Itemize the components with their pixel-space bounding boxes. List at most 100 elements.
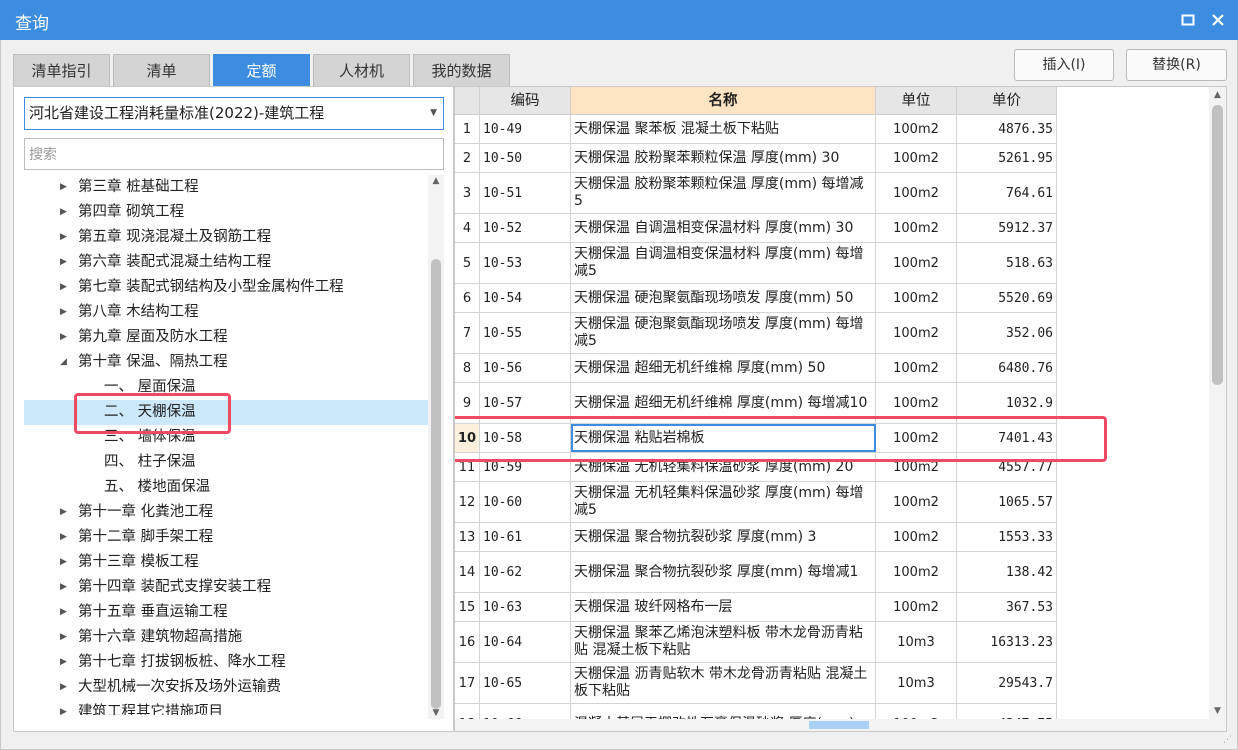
row-price[interactable]: 29543.7 [957,663,1057,703]
row-unit[interactable]: 100m2 [876,115,957,143]
row-code[interactable]: 10-51 [480,173,571,213]
expand-arrow-icon[interactable]: ▶ [60,500,67,525]
row-unit[interactable]: 100m2 [876,144,957,172]
expand-arrow-icon[interactable]: ▶ [60,300,67,325]
row-unit[interactable]: 100m2 [876,354,957,382]
row-name[interactable]: 天棚保温 硬泡聚氨酯现场喷发 厚度(mm) 每增减5 [571,313,876,353]
row-price[interactable]: 518.63 [957,243,1057,283]
row-price[interactable]: 352.06 [957,313,1057,353]
table-row[interactable]: 8 10-56 天棚保温 超细无机纤维棉 厚度(mm) 50 100m2 648… [455,354,1057,383]
tab-materials[interactable]: 人材机 [313,54,410,86]
row-price[interactable]: 5912.37 [957,214,1057,242]
tree-item-ch7[interactable]: ▶ 第七章 装配式钢结构及小型金属构件工程 [24,275,428,300]
tree-scrollbar-thumb[interactable] [431,259,441,709]
row-unit[interactable]: 100m2 [876,173,957,213]
grid-horizontal-scrollbar[interactable] [455,719,1209,731]
tab-quota[interactable]: 定额 [213,54,310,86]
tree-item-ch4[interactable]: ▶ 第四章 砌筑工程 [24,200,428,225]
row-code[interactable]: 10-63 [480,593,571,621]
row-code[interactable]: 10-54 [480,284,571,312]
expand-arrow-icon[interactable]: ▶ [60,650,67,675]
tree-item-ch15[interactable]: ▶ 第十五章 垂直运输工程 [24,600,428,625]
row-name[interactable]: 天棚保温 胶粉聚苯颗粒保温 厚度(mm) 30 [571,144,876,172]
table-row[interactable]: 4 10-52 天棚保温 自调温相变保温材料 厚度(mm) 30 100m2 5… [455,214,1057,243]
table-row[interactable]: 7 10-55 天棚保温 硬泡聚氨酯现场喷发 厚度(mm) 每增减5 100m2… [455,313,1057,354]
tab-bill[interactable]: 清单 [113,54,210,86]
row-price[interactable]: 5261.95 [957,144,1057,172]
row-code[interactable]: 10-52 [480,214,571,242]
scroll-up-icon[interactable]: ▲ [428,175,444,187]
tree-item-floor-insulation[interactable]: 五、 楼地面保温 [24,475,428,500]
grid-scrollbar-thumb[interactable] [1212,105,1223,385]
row-name[interactable]: 天棚保温 硬泡聚氨酯现场喷发 厚度(mm) 50 [571,284,876,312]
table-row[interactable]: 5 10-53 天棚保温 自调温相变保温材料 厚度(mm) 每增减5 100m2… [455,243,1057,284]
tree-item-ch5[interactable]: ▶ 第五章 现浇混凝土及钢筋工程 [24,225,428,250]
splitter-handle[interactable] [809,721,869,729]
row-code[interactable]: 10-53 [480,243,571,283]
search-input[interactable] [24,138,444,170]
table-row[interactable]: 1 10-49 天棚保温 聚苯板 混凝土板下粘贴 100m2 4876.35 [455,115,1057,144]
tree-item-ch14[interactable]: ▶ 第十四章 装配式支撑安装工程 [24,575,428,600]
row-unit[interactable]: 10m3 [876,663,957,703]
row-price[interactable]: 367.53 [957,593,1057,621]
row-name[interactable]: 天棚保温 聚合物抗裂砂浆 厚度(mm) 每增减1 [571,552,876,592]
table-row[interactable]: 15 10-63 天棚保温 玻纤网格布一层 100m2 367.53 [455,593,1057,622]
expand-arrow-icon[interactable]: ▶ [60,675,67,700]
tree-item-ch8[interactable]: ▶ 第八章 木结构工程 [24,300,428,325]
expand-arrow-icon[interactable]: ▶ [60,550,67,575]
row-unit[interactable]: 100m2 [876,313,957,353]
row-price[interactable]: 764.61 [957,173,1057,213]
grid-header-unit[interactable]: 单位 [876,87,957,115]
table-row[interactable]: 16 10-64 天棚保温 聚苯乙烯泡沫塑料板 带木龙骨沥青粘贴 混凝土板下粘贴… [455,622,1057,663]
row-name[interactable]: 天棚保温 沥青贴软木 带木龙骨沥青粘贴 混凝土板下粘贴 [571,663,876,703]
row-code[interactable]: 10-56 [480,354,571,382]
row-name[interactable]: 天棚保温 胶粉聚苯颗粒保温 厚度(mm) 每增减5 [571,173,876,213]
row-name[interactable]: 天棚保温 无机轻集料保温砂浆 厚度(mm) 每增减5 [571,482,876,522]
expand-arrow-icon[interactable]: ▶ [60,250,67,275]
replace-button[interactable]: 替换(R) [1126,49,1227,81]
row-name[interactable]: 天棚保温 聚苯板 混凝土板下粘贴 [571,115,876,143]
row-unit[interactable]: 100m2 [876,214,957,242]
row-unit[interactable]: 100m2 [876,284,957,312]
scroll-down-icon[interactable]: ▼ [1209,705,1226,717]
grid-header-name[interactable]: 名称 [571,87,876,115]
row-unit[interactable]: 100m2 [876,593,957,621]
row-name[interactable]: 天棚保温 超细无机纤维棉 厚度(mm) 50 [571,354,876,382]
tab-list-guide[interactable]: 清单指引 [13,54,110,86]
row-price[interactable]: 16313.23 [957,622,1057,662]
row-name[interactable]: 天棚保温 玻纤网格布一层 [571,593,876,621]
row-price[interactable]: 4876.35 [957,115,1057,143]
table-row[interactable]: 13 10-61 天棚保温 聚合物抗裂砂浆 厚度(mm) 3 100m2 155… [455,523,1057,552]
row-code[interactable]: 10-50 [480,144,571,172]
tree-item-ch17[interactable]: ▶ 第十七章 打拔钢板桩、降水工程 [24,650,428,675]
expand-arrow-icon[interactable]: ▶ [60,700,67,715]
tree-item-ch16[interactable]: ▶ 第十六章 建筑物超高措施 [24,625,428,650]
tree-item-ch9[interactable]: ▶ 第九章 屋面及防水工程 [24,325,428,350]
maximize-icon[interactable] [1178,10,1198,30]
resize-grip-icon[interactable]: ⋰ [1223,735,1233,745]
tree-item-ch11[interactable]: ▶ 第十一章 化粪池工程 [24,500,428,525]
row-name[interactable]: 天棚保温 自调温相变保温材料 厚度(mm) 30 [571,214,876,242]
tree-item-ch3[interactable]: ▶ 第三章 桩基础工程 [24,175,428,200]
row-code[interactable]: 10-49 [480,115,571,143]
insert-button[interactable]: 插入(I) [1014,49,1114,81]
tree-item-ch12[interactable]: ▶ 第十二章 脚手架工程 [24,525,428,550]
row-code[interactable]: 10-60 [480,482,571,522]
expand-arrow-icon[interactable]: ▶ [60,175,67,200]
table-row[interactable]: 14 10-62 天棚保温 聚合物抗裂砂浆 厚度(mm) 每增减1 100m2 … [455,552,1057,593]
row-unit[interactable]: 100m2 [876,523,957,551]
scroll-up-icon[interactable]: ▲ [1209,89,1226,101]
tab-my-data[interactable]: 我的数据 [413,54,510,86]
row-price[interactable]: 138.42 [957,552,1057,592]
tree-scrollbar[interactable]: ▲ ▼ [428,175,444,719]
tree-item-ch6[interactable]: ▶ 第六章 装配式混凝土结构工程 [24,250,428,275]
row-unit[interactable]: 100m2 [876,482,957,522]
expand-arrow-icon[interactable]: ▶ [60,325,67,350]
row-unit[interactable]: 100m2 [876,243,957,283]
tree-item-ch10[interactable]: ◢ 第十章 保温、隔热工程 [24,350,428,375]
tree-item-other-measures[interactable]: ▶ 建筑工程其它措施项目 [24,700,428,715]
row-price[interactable]: 1065.57 [957,482,1057,522]
expand-arrow-icon[interactable]: ▶ [60,575,67,600]
expand-arrow-icon[interactable]: ▶ [60,625,67,650]
expand-arrow-icon[interactable]: ▶ [60,525,67,550]
